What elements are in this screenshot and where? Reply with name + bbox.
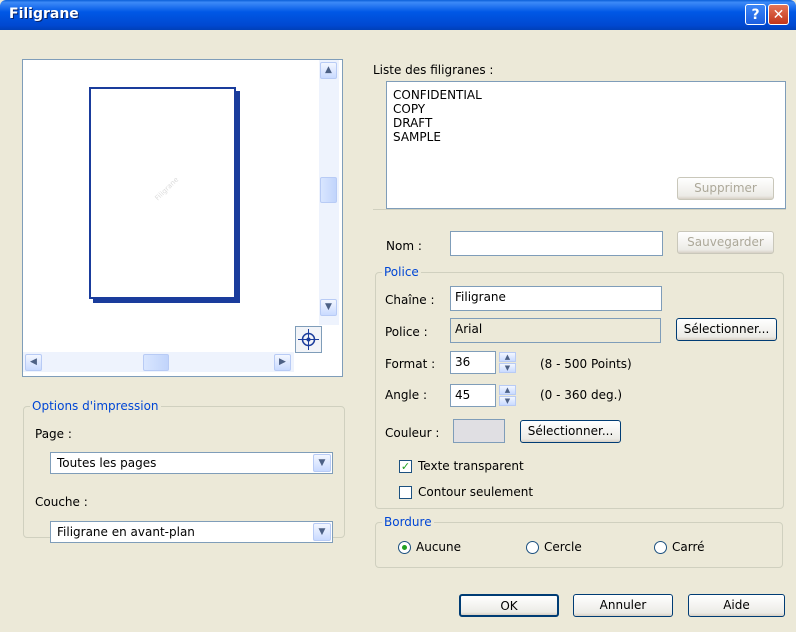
transparent-text-label: Texte transparent	[418, 459, 524, 473]
size-range: (8 - 500 Points)	[540, 357, 632, 371]
font-field-value: Arial	[455, 322, 483, 336]
color-swatch	[453, 419, 505, 443]
page-select-value: Toutes les pages	[57, 456, 157, 470]
string-field[interactable]: Filigrane	[450, 286, 662, 311]
spin-up-icon[interactable]: ▲	[499, 352, 516, 362]
list-item[interactable]: DRAFT	[393, 116, 432, 130]
save-button[interactable]: Sauvegarder	[677, 231, 774, 254]
select-font-button[interactable]: Sélectionner...	[676, 318, 777, 341]
angle-label: Angle :	[385, 388, 428, 402]
border-circle-radio[interactable]	[526, 541, 539, 554]
center-target-button[interactable]	[295, 326, 322, 353]
spin-down-icon[interactable]: ▼	[499, 396, 516, 406]
outline-only-label: Contour seulement	[418, 485, 534, 499]
help-title-button[interactable]: ?	[745, 4, 766, 25]
scroll-right-button[interactable]: ▶	[274, 354, 291, 371]
horizontal-scroll-thumb[interactable]	[143, 354, 169, 371]
font-group-label: Police	[382, 265, 421, 279]
list-item[interactable]: CONFIDENTIAL	[393, 88, 482, 102]
cancel-button[interactable]: Annuler	[573, 594, 673, 617]
delete-button[interactable]: Supprimer	[677, 177, 774, 200]
watermark-listbox[interactable]: CONFIDENTIAL COPY DRAFT SAMPLE Supprimer	[386, 81, 786, 209]
size-field-value: 36	[455, 355, 471, 369]
string-label: Chaîne :	[385, 293, 435, 307]
print-options-label: Options d'impression	[30, 399, 161, 413]
border-circle-label: Cercle	[544, 540, 582, 554]
scroll-up-button[interactable]: ▲	[320, 62, 337, 79]
size-stepper[interactable]: ▲ ▼	[499, 352, 518, 374]
transparent-text-checkbox[interactable]: ✓	[399, 460, 412, 473]
help-button[interactable]: Aide	[688, 594, 785, 617]
crosshair-icon	[298, 329, 319, 350]
window-title: Filigrane	[9, 6, 79, 22]
size-label: Format :	[385, 357, 436, 371]
size-field[interactable]: 36	[450, 351, 496, 374]
scroll-left-button[interactable]: ◀	[25, 354, 42, 371]
chevron-down-icon[interactable]: ▼	[313, 523, 331, 541]
close-title-button[interactable]: ✕	[768, 4, 789, 25]
watermark-dialog: Filigrane ? ✕ Filigrane ▲ ▼ ◀ ▶ Options …	[0, 0, 796, 632]
border-square-radio[interactable]	[654, 541, 667, 554]
border-group-label: Bordure	[382, 515, 434, 529]
list-item[interactable]: SAMPLE	[393, 130, 441, 144]
name-label: Nom :	[386, 239, 422, 253]
angle-stepper[interactable]: ▲ ▼	[499, 385, 518, 407]
angle-field[interactable]: 45	[450, 384, 496, 407]
name-field[interactable]	[450, 231, 663, 256]
vertical-scrollbar[interactable]: ▲ ▼	[319, 60, 339, 325]
select-color-button[interactable]: Sélectionner...	[520, 420, 621, 443]
layer-select-value: Filigrane en avant-plan	[57, 525, 195, 539]
border-none-label: Aucune	[416, 540, 462, 554]
horizontal-scrollbar[interactable]: ◀ ▶	[23, 352, 294, 372]
page-label: Page :	[35, 427, 72, 441]
border-square-label: Carré	[672, 540, 705, 554]
list-item[interactable]: COPY	[393, 102, 425, 116]
spin-up-icon[interactable]: ▲	[499, 385, 516, 395]
font-field: Arial	[450, 318, 661, 343]
spin-down-icon[interactable]: ▼	[499, 363, 516, 373]
watermark-list-label: Liste des filigranes :	[373, 63, 494, 77]
watermark-preview-text: Filigrane	[153, 175, 181, 203]
font-label: Police :	[385, 325, 428, 339]
title-bar[interactable]: Filigrane ? ✕	[0, 0, 796, 30]
string-field-value: Filigrane	[455, 290, 506, 304]
chevron-down-icon[interactable]: ▼	[313, 454, 331, 472]
page-preview: Filigrane	[89, 87, 236, 299]
layer-label: Couche :	[35, 495, 88, 509]
ok-button[interactable]: OK	[459, 594, 559, 617]
layer-select[interactable]: Filigrane en avant-plan ▼	[50, 521, 333, 543]
scroll-down-button[interactable]: ▼	[320, 299, 337, 316]
angle-range: (0 - 360 deg.)	[540, 388, 623, 402]
angle-field-value: 45	[455, 388, 471, 402]
separator	[373, 209, 786, 210]
page-select[interactable]: Toutes les pages ▼	[50, 452, 333, 474]
outline-only-checkbox[interactable]	[399, 486, 412, 499]
border-none-radio[interactable]	[398, 541, 411, 554]
vertical-scroll-thumb[interactable]	[320, 177, 337, 203]
color-label: Couleur :	[385, 426, 440, 440]
